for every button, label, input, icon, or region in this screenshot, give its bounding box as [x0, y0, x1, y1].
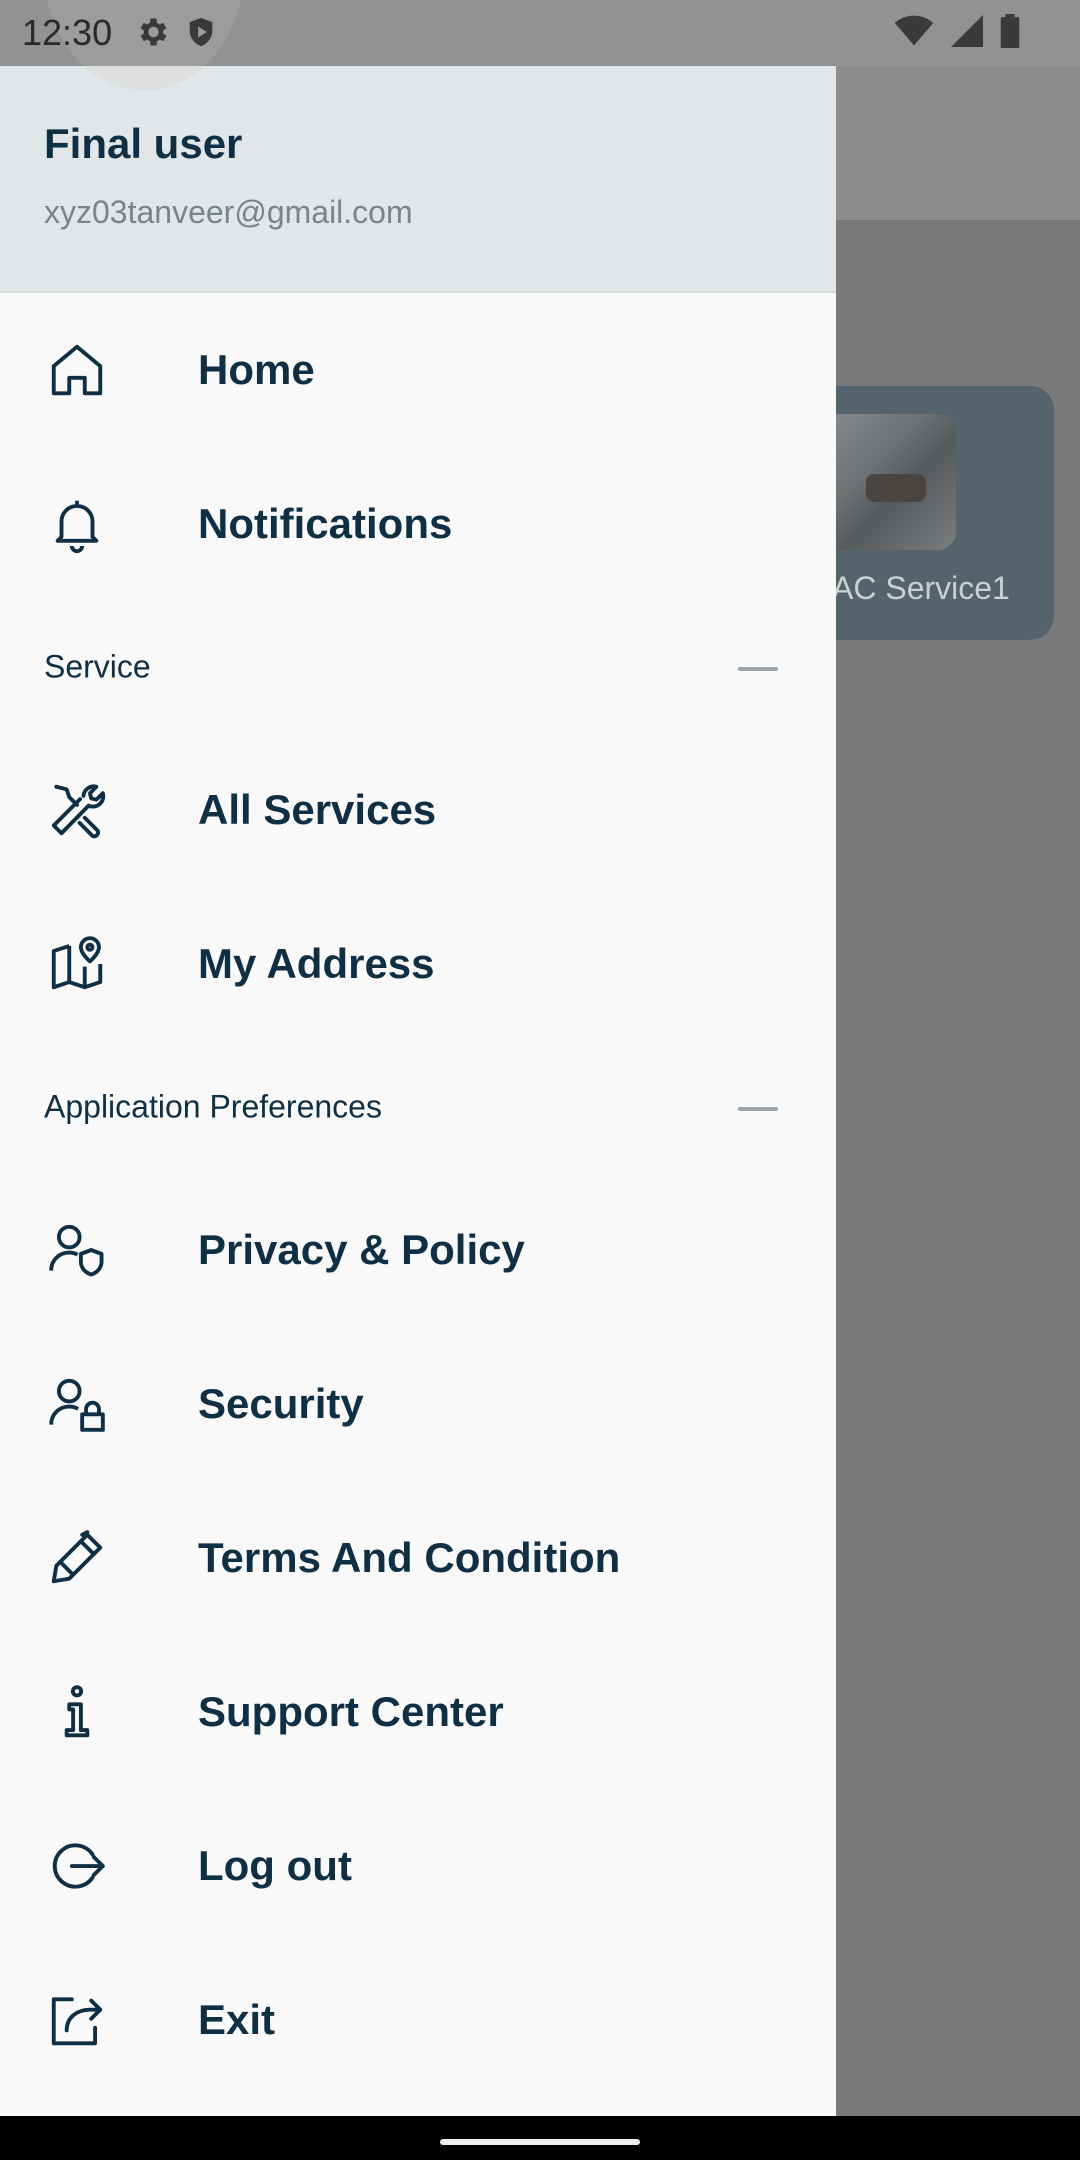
status-time: 12:30: [22, 12, 113, 53]
shield-play-icon: [189, 17, 213, 47]
menu-item-all-services[interactable]: All Services: [0, 733, 836, 887]
menu-item-label: All Services: [198, 786, 437, 833]
service-card-label: AC Service1: [832, 570, 1010, 606]
section-label: Application Preferences: [44, 1088, 382, 1125]
user-name: Final user: [44, 120, 243, 167]
section-service[interactable]: Service: [0, 601, 836, 733]
menu-item-home[interactable]: Home: [0, 293, 836, 447]
menu-item-label: Exit: [198, 1996, 276, 2043]
cell-signal-icon: [951, 15, 983, 47]
exit-icon: [46, 1989, 108, 2051]
info-icon: [46, 1681, 108, 1743]
settings-icon: [140, 18, 167, 46]
system-nav-bar: [0, 2116, 1080, 2160]
battery-icon: [1000, 14, 1020, 48]
tools-icon: [46, 779, 108, 841]
drawer-menu: Home Notifications Service All Services …: [0, 293, 836, 2097]
navigation-drawer: Final user xyz03tanveer@gmail.com Home N…: [0, 66, 836, 2116]
menu-item-label: Notifications: [198, 500, 453, 547]
menu-item-my-address[interactable]: My Address: [0, 887, 836, 1041]
menu-item-log-out[interactable]: Log out: [0, 1789, 836, 1943]
wifi-icon: [894, 15, 934, 46]
bell-icon: [46, 493, 108, 555]
background-service-card: AC Service1: [800, 386, 1054, 640]
menu-item-label: Home: [198, 346, 315, 393]
user-email: xyz03tanveer@gmail.com: [44, 194, 413, 230]
pencil-icon: [46, 1527, 108, 1589]
home-icon: [46, 339, 108, 401]
menu-item-label: My Address: [198, 940, 435, 987]
menu-item-exit[interactable]: Exit: [0, 1943, 836, 2097]
logout-icon: [46, 1835, 108, 1897]
collapse-icon[interactable]: [738, 667, 778, 671]
home-indicator[interactable]: [440, 2139, 640, 2145]
section-label: Service: [44, 648, 151, 685]
collapse-icon[interactable]: [738, 1107, 778, 1111]
menu-item-label: Log out: [198, 1842, 352, 1889]
menu-item-privacy-policy[interactable]: Privacy & Policy: [0, 1173, 836, 1327]
menu-item-terms[interactable]: Terms And Condition: [0, 1481, 836, 1635]
screen: air AC Service1 12:30: [0, 0, 1080, 2160]
map-pin-icon: [46, 933, 108, 995]
menu-item-label: Security: [198, 1380, 364, 1427]
section-application-preferences[interactable]: Application Preferences: [0, 1041, 836, 1173]
menu-item-label: Support Center: [198, 1688, 504, 1735]
status-bar: 12:30: [0, 0, 1080, 66]
drawer-header[interactable]: Final user xyz03tanveer@gmail.com: [0, 66, 836, 293]
menu-item-notifications[interactable]: Notifications: [0, 447, 836, 601]
menu-item-label: Privacy & Policy: [198, 1226, 525, 1273]
user-shield-icon: [46, 1219, 108, 1281]
user-lock-icon: [46, 1373, 108, 1435]
menu-item-label: Terms And Condition: [198, 1534, 621, 1581]
menu-item-support-center[interactable]: Support Center: [0, 1635, 836, 1789]
menu-item-security[interactable]: Security: [0, 1327, 836, 1481]
